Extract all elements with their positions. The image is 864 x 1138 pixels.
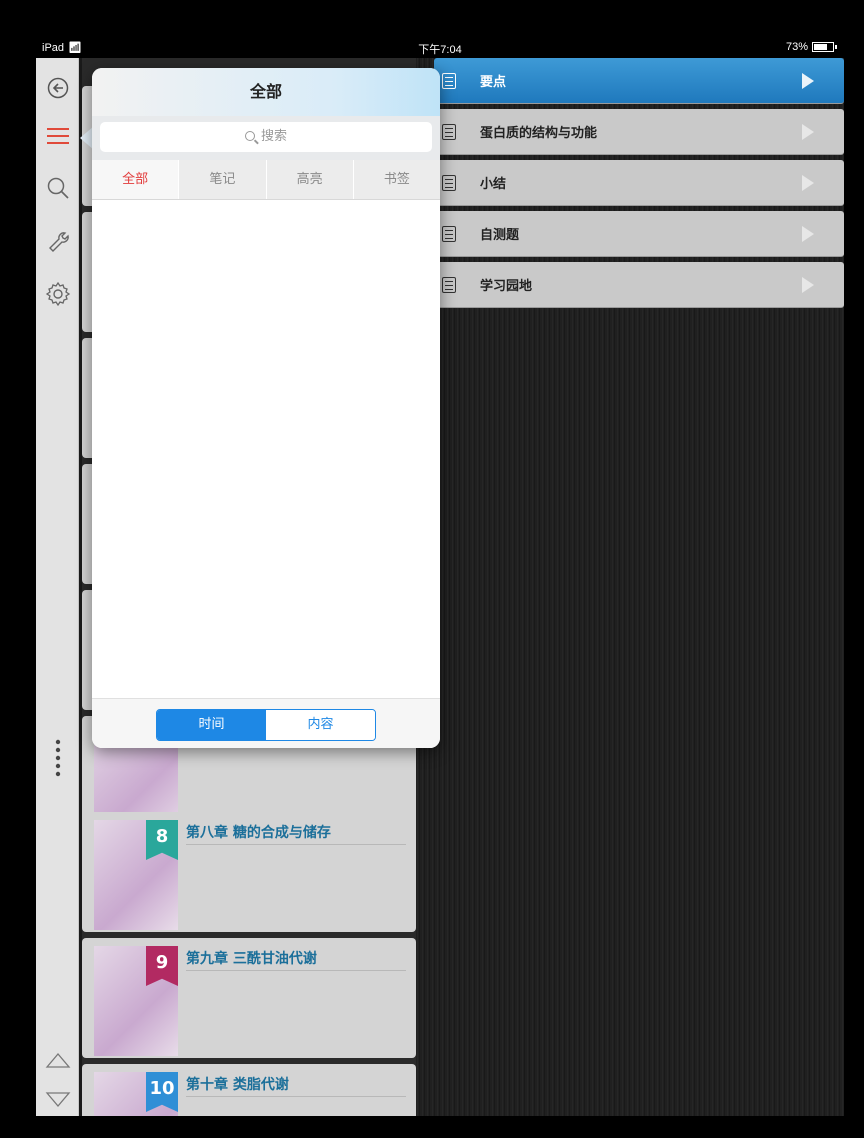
section-label: 要点 [480, 75, 507, 90]
back-icon [47, 77, 68, 99]
wrench-icon [48, 232, 69, 252]
section-item-summary[interactable]: 小结 [434, 160, 844, 206]
page-down-button[interactable] [36, 1080, 79, 1116]
chapter-title: 第十章 类脂代谢 [186, 1077, 289, 1093]
section-label: 小结 [480, 177, 507, 192]
section-item-self-test[interactable]: 自测题 [434, 211, 844, 257]
search-input[interactable]: 搜索 [100, 122, 432, 152]
battery-status: 73% [785, 41, 837, 53]
more-dots-icon [55, 739, 60, 777]
up-arrow-icon [45, 1052, 70, 1068]
more-button[interactable] [36, 728, 79, 788]
search-button[interactable] [36, 168, 79, 208]
down-arrow-icon [45, 1092, 70, 1108]
sort-segmented-control: 时间 内容 [156, 709, 376, 741]
document-icon [442, 174, 456, 191]
battery-icon [812, 42, 837, 52]
settings-button[interactable] [36, 274, 79, 314]
chapter-card-9[interactable]: 9 第九章 三酰甘油代谢 [82, 938, 416, 1058]
document-icon [442, 123, 456, 140]
tools-button[interactable] [36, 220, 79, 260]
menu-icon [46, 128, 69, 144]
section-item-key-points[interactable]: 要点 [434, 58, 844, 104]
page-up-button[interactable] [36, 1040, 79, 1080]
ipad-screen: iPad 📶︎ 下午7:04 73% 8 第八章 糖的合成与储存 9 第九章 三酰… [36, 38, 844, 1116]
section-item-protein[interactable]: 蛋白质的结构与功能 [434, 109, 844, 155]
tab-highlights[interactable]: 高亮 [267, 160, 354, 199]
tab-bookmarks[interactable]: 书签 [354, 160, 440, 199]
section-item-study-garden[interactable]: 学习园地 [434, 262, 844, 308]
search-placeholder: 搜索 [260, 129, 287, 144]
status-time: 下午7:04 [418, 44, 462, 56]
status-bar: iPad 📶︎ 下午7:04 73% [36, 38, 844, 58]
search-bar: 搜索 [92, 116, 440, 160]
play-arrow-icon [802, 175, 814, 191]
play-arrow-icon [802, 226, 814, 242]
sort-bar: 时间 内容 [92, 698, 440, 748]
tab-all[interactable]: 全部 [92, 160, 180, 199]
section-label: 学习园地 [480, 279, 533, 294]
gear-icon [45, 281, 70, 307]
section-label: 蛋白质的结构与功能 [480, 126, 598, 141]
chapter-title: 第八章 糖的合成与储存 [186, 825, 331, 841]
filter-tabs: 全部 笔记 高亮 书签 [92, 160, 440, 200]
back-button[interactable] [36, 68, 79, 108]
annotation-list [92, 200, 440, 698]
battery-percent: 73% [785, 41, 808, 53]
search-icon [47, 177, 69, 199]
chapter-card-10[interactable]: 10 第十章 类脂代谢 [82, 1064, 416, 1116]
play-arrow-icon [802, 277, 814, 293]
chapter-card-8[interactable]: 8 第八章 糖的合成与储存 [82, 812, 416, 932]
document-icon [442, 72, 456, 89]
play-arrow-icon [802, 124, 814, 140]
sort-by-time-button[interactable]: 时间 [157, 710, 266, 740]
play-arrow-icon [802, 73, 814, 89]
popover-title: 全部 [92, 68, 440, 116]
tab-notes[interactable]: 笔记 [179, 160, 267, 199]
document-icon [442, 276, 456, 293]
search-icon [244, 131, 255, 141]
left-toolbar [36, 58, 79, 1116]
menu-button[interactable] [36, 116, 79, 156]
annotations-popover: 全部 搜索 全部 笔记 高亮 书签 时间 内容 [92, 68, 440, 748]
chapter-title: 第九章 三酰甘油代谢 [186, 951, 317, 967]
section-label: 自测题 [480, 228, 520, 243]
document-icon [442, 225, 456, 242]
sort-by-content-button[interactable]: 内容 [266, 710, 375, 740]
